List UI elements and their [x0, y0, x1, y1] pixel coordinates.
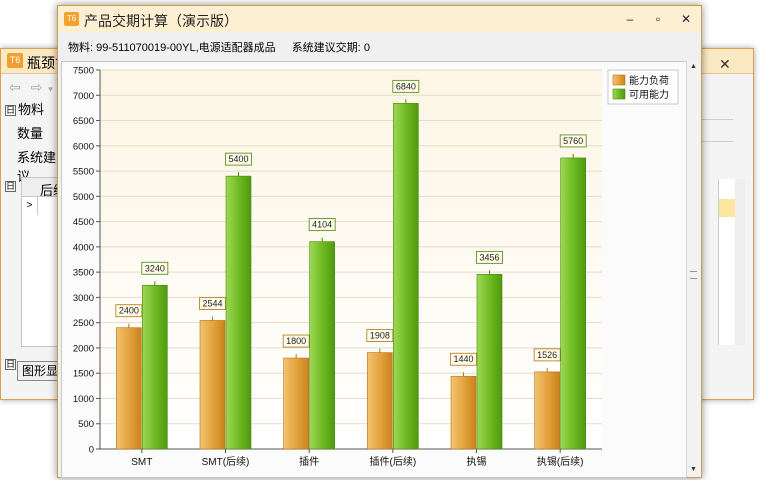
chart-panel: 0 500 1000 1500 2000 2500 3000 3500 4000 4500 5000…	[61, 61, 687, 478]
y-tick-label: 1500	[73, 369, 94, 380]
data-label: 1908	[370, 331, 390, 341]
data-label: 2544	[202, 298, 222, 308]
x-tick-label: 执锡(后续)	[537, 455, 584, 468]
delivery-calc-window: T6 产品交期计算（演示版） – ▫ ✕ 物料: 99-511070019-00…	[57, 5, 702, 478]
minimize-button[interactable]: –	[620, 9, 640, 29]
forward-arrow-icon[interactable]: ⇨	[31, 79, 43, 95]
vertical-scrollbar[interactable]: ▲ ▼	[686, 61, 700, 476]
material-label: 物料	[18, 102, 45, 117]
info-bar: 物料: 99-511070019-00YL,电源适配器成品 系统建议交期: 0	[68, 39, 370, 55]
y-tick-label: 5500	[73, 167, 94, 178]
y-tick-label: 2000	[73, 343, 94, 354]
bar-available[interactable]	[560, 157, 586, 450]
background-nav: ⇦ ⇨ ▾	[9, 79, 53, 96]
y-tick-label: 3500	[73, 268, 94, 279]
y-tick-label: 5000	[73, 192, 94, 203]
y-tick-label: 4000	[73, 242, 94, 253]
scroll-up-icon[interactable]: ▲	[687, 61, 700, 73]
scroll-down-icon[interactable]: ▼	[687, 464, 700, 476]
legend-entry: 可用能力	[629, 88, 669, 101]
bar-load[interactable]	[367, 352, 393, 450]
bar-available[interactable]	[142, 284, 168, 450]
y-tick-label: 7500	[73, 66, 94, 77]
dropdown-arrow-icon[interactable]: ▾	[48, 84, 53, 94]
legend-entry: 能力负荷	[629, 74, 669, 87]
x-tick-label: SMT(后续)	[202, 455, 250, 468]
background-scrollbar[interactable]	[735, 179, 745, 345]
y-tick-label: 2500	[73, 318, 94, 329]
bar-available[interactable]	[309, 241, 335, 450]
collapse-toggle-icon[interactable]: 日	[5, 105, 16, 117]
chart-legend: 能力负荷可用能力	[607, 69, 679, 105]
close-button[interactable]: ✕	[676, 9, 696, 29]
x-tick-label: 执锡	[467, 455, 487, 468]
data-label: 3456	[479, 252, 499, 262]
scroll-grip-icon[interactable]	[690, 271, 697, 279]
app-logo-icon: T6	[64, 12, 79, 26]
bar-available[interactable]	[225, 175, 252, 450]
data-label: 5400	[228, 154, 248, 164]
x-tick-label: 插件(后续)	[369, 455, 416, 468]
bar-load[interactable]	[534, 371, 560, 450]
y-tick-label: 7000	[73, 91, 94, 102]
app-logo-icon: T6	[7, 53, 23, 68]
bar-load[interactable]	[116, 327, 142, 450]
y-tick-label: 4500	[73, 217, 94, 228]
window-title: 产品交期计算（演示版）	[84, 13, 238, 29]
data-label: 2400	[119, 306, 139, 316]
maximize-button[interactable]: ▫	[648, 9, 668, 29]
y-tick-label: 3000	[73, 293, 94, 304]
bar-load[interactable]	[283, 357, 309, 450]
data-label: 3240	[145, 263, 165, 273]
data-label: 1526	[537, 350, 557, 360]
y-tick-label: 500	[78, 419, 94, 430]
x-tick-label: SMT	[131, 457, 152, 468]
bar-available[interactable]	[476, 274, 503, 450]
bar-load[interactable]	[450, 375, 477, 450]
material-value: 99-511070019-00YL,电源适配器成品	[96, 42, 276, 54]
quantity-label: 数量	[17, 126, 44, 141]
grid-collapse-toggle-icon[interactable]: 日	[5, 179, 18, 193]
delivery-label: 系统建议交期:	[291, 42, 364, 54]
x-tick-label: 插件	[299, 455, 319, 468]
row-marker-icon: >	[22, 197, 38, 215]
plot-area	[100, 70, 602, 449]
selected-row[interactable]	[719, 199, 735, 217]
title-bar: T6 产品交期计算（演示版） – ▫ ✕	[58, 6, 701, 32]
data-label: 1440	[453, 354, 473, 364]
y-tick-label: 6000	[73, 141, 94, 152]
capacity-chart: 0 500 1000 1500 2000 2500 3000 3500 4000 4500 5000…	[73, 66, 679, 468]
legend-swatch	[612, 88, 626, 100]
y-tick-label: 0	[89, 445, 94, 456]
y-tick-label: 6500	[73, 116, 94, 127]
data-label: 4104	[312, 220, 332, 230]
y-tick-label: 1000	[73, 394, 94, 405]
material-label: 物料:	[68, 42, 97, 54]
bar-available[interactable]	[393, 103, 419, 450]
data-label: 6840	[396, 81, 416, 91]
data-label: 5760	[563, 136, 583, 146]
bar-load[interactable]	[199, 320, 226, 450]
background-close-icon[interactable]: ✕	[719, 56, 731, 73]
delivery-value: 0	[363, 42, 370, 54]
back-arrow-icon[interactable]: ⇦	[9, 79, 21, 95]
legend-swatch	[612, 74, 626, 86]
background-grid-right	[718, 179, 745, 345]
data-label: 1800	[286, 336, 306, 346]
